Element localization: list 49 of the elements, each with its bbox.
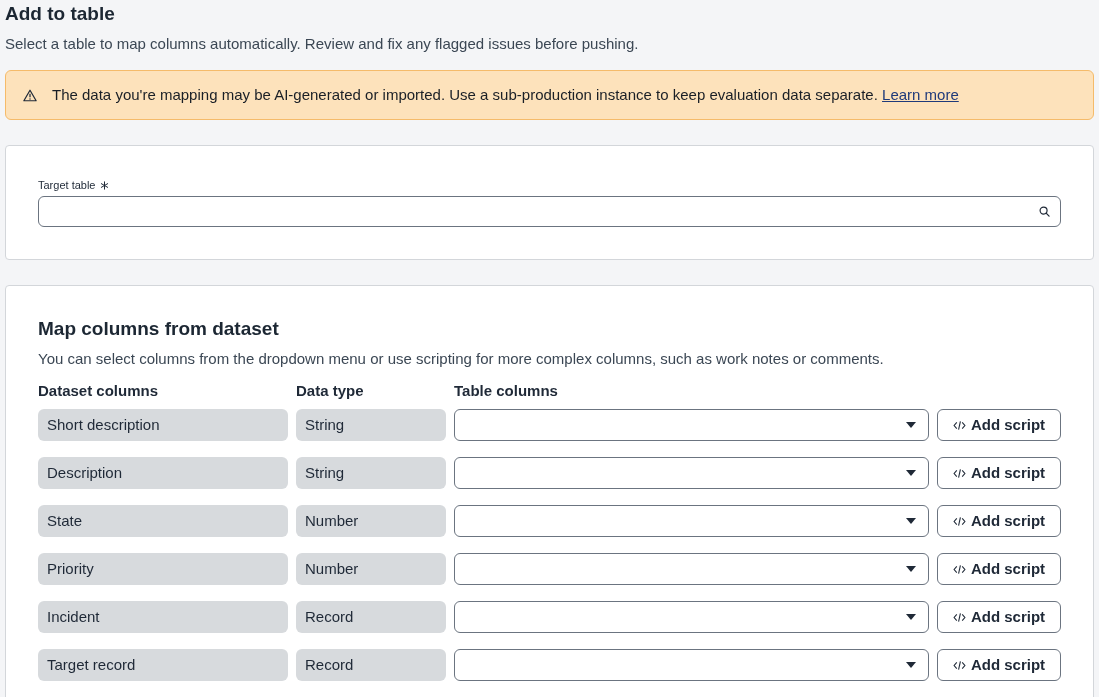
code-icon xyxy=(952,516,966,526)
add-script-button[interactable]: Add script xyxy=(937,457,1061,489)
add-script-button[interactable]: Add script xyxy=(937,649,1061,681)
dataset-column-cell: Description xyxy=(38,457,288,489)
add-script-button[interactable]: Add script xyxy=(937,409,1061,441)
caret-down-icon xyxy=(906,662,916,668)
dataset-column-cell: Priority xyxy=(38,553,288,585)
code-icon xyxy=(952,564,966,574)
column-header: Dataset columns xyxy=(38,381,159,401)
add-script-button[interactable]: Add script xyxy=(937,505,1061,537)
code-icon xyxy=(952,660,966,670)
data-type-cell: String xyxy=(296,409,446,441)
target-table-search-field[interactable] xyxy=(38,196,1061,227)
table-column-select[interactable] xyxy=(454,457,929,489)
caret-down-icon xyxy=(906,614,916,620)
section-description: You can select columns from the dropdown menu or use scripting for more complex columns, such as work notes or comments. xyxy=(38,349,884,369)
add-script-button[interactable]: Add script xyxy=(937,553,1061,585)
table-column-select[interactable] xyxy=(454,505,929,537)
data-type-cell: Number xyxy=(296,505,446,537)
table-column-select[interactable] xyxy=(454,649,929,681)
code-icon xyxy=(952,420,966,430)
code-icon xyxy=(952,468,966,478)
section-title: Map columns from dataset xyxy=(38,317,279,341)
dataset-column-cell: Target record xyxy=(38,649,288,681)
data-type-cell: Record xyxy=(296,601,446,633)
caret-down-icon xyxy=(906,470,916,476)
add-script-button[interactable]: Add script xyxy=(937,601,1061,633)
code-icon xyxy=(952,612,966,622)
table-column-select[interactable] xyxy=(454,553,929,585)
page-subtitle: Select a table to map columns automatically. Review and fix any flagged issues before pushing. xyxy=(5,34,639,54)
learn-more-link[interactable]: Learn more xyxy=(882,86,959,103)
column-header: Table columns xyxy=(454,381,558,401)
search-icon xyxy=(1039,206,1050,217)
caret-down-icon xyxy=(906,422,916,428)
dataset-column-cell: Incident xyxy=(38,601,288,633)
warning-text: The data you're mapping may be AI-generated or imported. Use a sub-production instance to keep evaluation data separate. Learn more xyxy=(52,85,959,105)
page-title: Add to table xyxy=(5,2,115,26)
dataset-column-cell: Short description xyxy=(38,409,288,441)
table-column-select[interactable] xyxy=(454,601,929,633)
table-column-select[interactable] xyxy=(454,409,929,441)
caret-down-icon xyxy=(906,566,916,572)
data-type-cell: Record xyxy=(296,649,446,681)
field-label: Target table xyxy=(38,178,96,192)
data-type-cell: Number xyxy=(296,553,446,585)
dataset-column-cell: State xyxy=(38,505,288,537)
warning-icon xyxy=(23,88,37,102)
column-header: Data type xyxy=(296,381,364,401)
data-type-cell: String xyxy=(296,457,446,489)
caret-down-icon xyxy=(906,518,916,524)
